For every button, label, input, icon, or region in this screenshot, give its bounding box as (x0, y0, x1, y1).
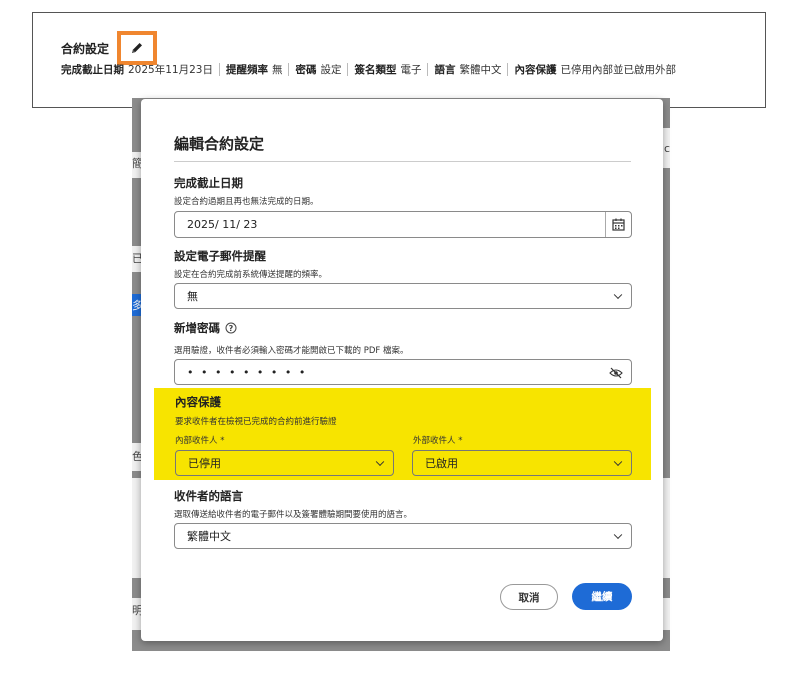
due-date-description: 設定合約過期且再也無法完成的日期。 (174, 197, 319, 207)
eye-slash-icon[interactable] (609, 367, 623, 379)
edit-settings-button[interactable] (117, 31, 158, 65)
language-summary-label: 語言 (434, 64, 456, 76)
content-protection-summary-value: 已停用內部並已啟用外部 (560, 64, 676, 76)
due-date-value: 2025/ 11/ 23 (187, 218, 258, 231)
password-summary-label: 密碼 (295, 64, 317, 76)
reminder-description: 設定在合約完成前系統傳送提醒的頻率。 (174, 270, 328, 280)
summary-divider (347, 63, 349, 76)
summary-divider (218, 63, 220, 76)
signature-type-summary-value: 電子 (400, 64, 422, 76)
reminder-label: 設定電子郵件提醒 (174, 249, 266, 263)
reminder-select[interactable]: 無 (174, 283, 632, 309)
summary-divider (507, 63, 509, 76)
content-protection-label: 內容保護 (175, 395, 221, 409)
background-row (132, 478, 141, 578)
internal-recipient-label: 內部收件人 * (175, 436, 225, 446)
due-date-label: 完成截止日期 (174, 176, 243, 190)
content-protection-summary-label: 內容保護 (514, 64, 557, 76)
summary-divider (427, 63, 429, 76)
help-circle-icon[interactable]: ? (225, 322, 237, 334)
agreement-settings-panel: 合約設定 完成截止日期 2025年11月23日 提醒頻率 無 密碼 設定 簽名類… (32, 12, 766, 108)
external-recipient-select[interactable]: 已啟用 (412, 450, 632, 476)
due-date-summary-label: 完成截止日期 (61, 64, 124, 76)
password-label-row: 新增密碼 ? (174, 320, 237, 336)
chevron-down-icon (375, 457, 385, 467)
password-description: 選用驗證，收件者必須輸入密碼才能開啟已下載的 PDF 檔案。 (174, 346, 409, 356)
edit-agreement-settings-dialog: 編輯合約設定 完成截止日期 設定合約過期且再也無法完成的日期。 2025/ 11… (141, 99, 663, 641)
password-summary-value: 設定 (320, 64, 342, 76)
recipient-language-description: 選取傳送給收件者的電子郵件以及簽署體驗期間要使用的語言。 (174, 510, 413, 520)
summary-divider (288, 63, 290, 76)
agreement-settings-header: 合約設定 (61, 31, 158, 65)
dialog-title: 編輯合約設定 (174, 135, 265, 153)
internal-recipient-select[interactable]: 已停用 (175, 450, 394, 476)
chevron-down-icon (613, 457, 623, 467)
calendar-icon (612, 218, 625, 231)
external-recipient-value: 已啟用 (425, 457, 458, 470)
title-divider (174, 161, 631, 162)
settings-summary: 完成截止日期 2025年11月23日 提醒頻率 無 密碼 設定 簽名類型 電子 … (61, 62, 682, 77)
content-protection-highlight: 內容保護 要求收件者在檢視已完成的合約前進行驗證 內部收件人 * 外部收件人 *… (154, 388, 651, 480)
recipient-language-select[interactable]: 繁體中文 (174, 523, 632, 549)
password-input[interactable]: • • • • • • • • • (174, 359, 632, 385)
due-date-input[interactable]: 2025/ 11/ 23 (174, 211, 632, 238)
continue-button[interactable]: 繼續 (572, 583, 632, 610)
agreement-settings-title: 合約設定 (61, 41, 110, 56)
internal-recipient-value: 已停用 (188, 457, 221, 470)
recipient-language-label: 收件者的語言 (174, 489, 243, 503)
recipient-language-value: 繁體中文 (187, 530, 231, 543)
svg-text:?: ? (229, 324, 234, 333)
pencil-icon (132, 43, 143, 53)
cancel-button[interactable]: 取消 (500, 584, 558, 610)
password-label: 新增密碼 (174, 321, 220, 335)
due-date-summary-value: 2025年11月23日 (128, 64, 213, 76)
reminder-select-value: 無 (187, 290, 198, 303)
password-masked-value: • • • • • • • • • (187, 365, 308, 379)
reminder-summary-label: 提醒頻率 (225, 64, 268, 76)
language-summary-value: 繁體中文 (459, 64, 502, 76)
reminder-summary-value: 無 (271, 64, 283, 76)
content-protection-description: 要求收件者在檢視已完成的合約前進行驗證 (175, 417, 337, 427)
signature-type-summary-label: 簽名類型 (354, 64, 397, 76)
external-recipient-label: 外部收件人 * (413, 436, 463, 446)
chevron-down-icon (613, 530, 623, 540)
chevron-down-icon (613, 290, 623, 300)
calendar-button[interactable] (605, 212, 631, 237)
